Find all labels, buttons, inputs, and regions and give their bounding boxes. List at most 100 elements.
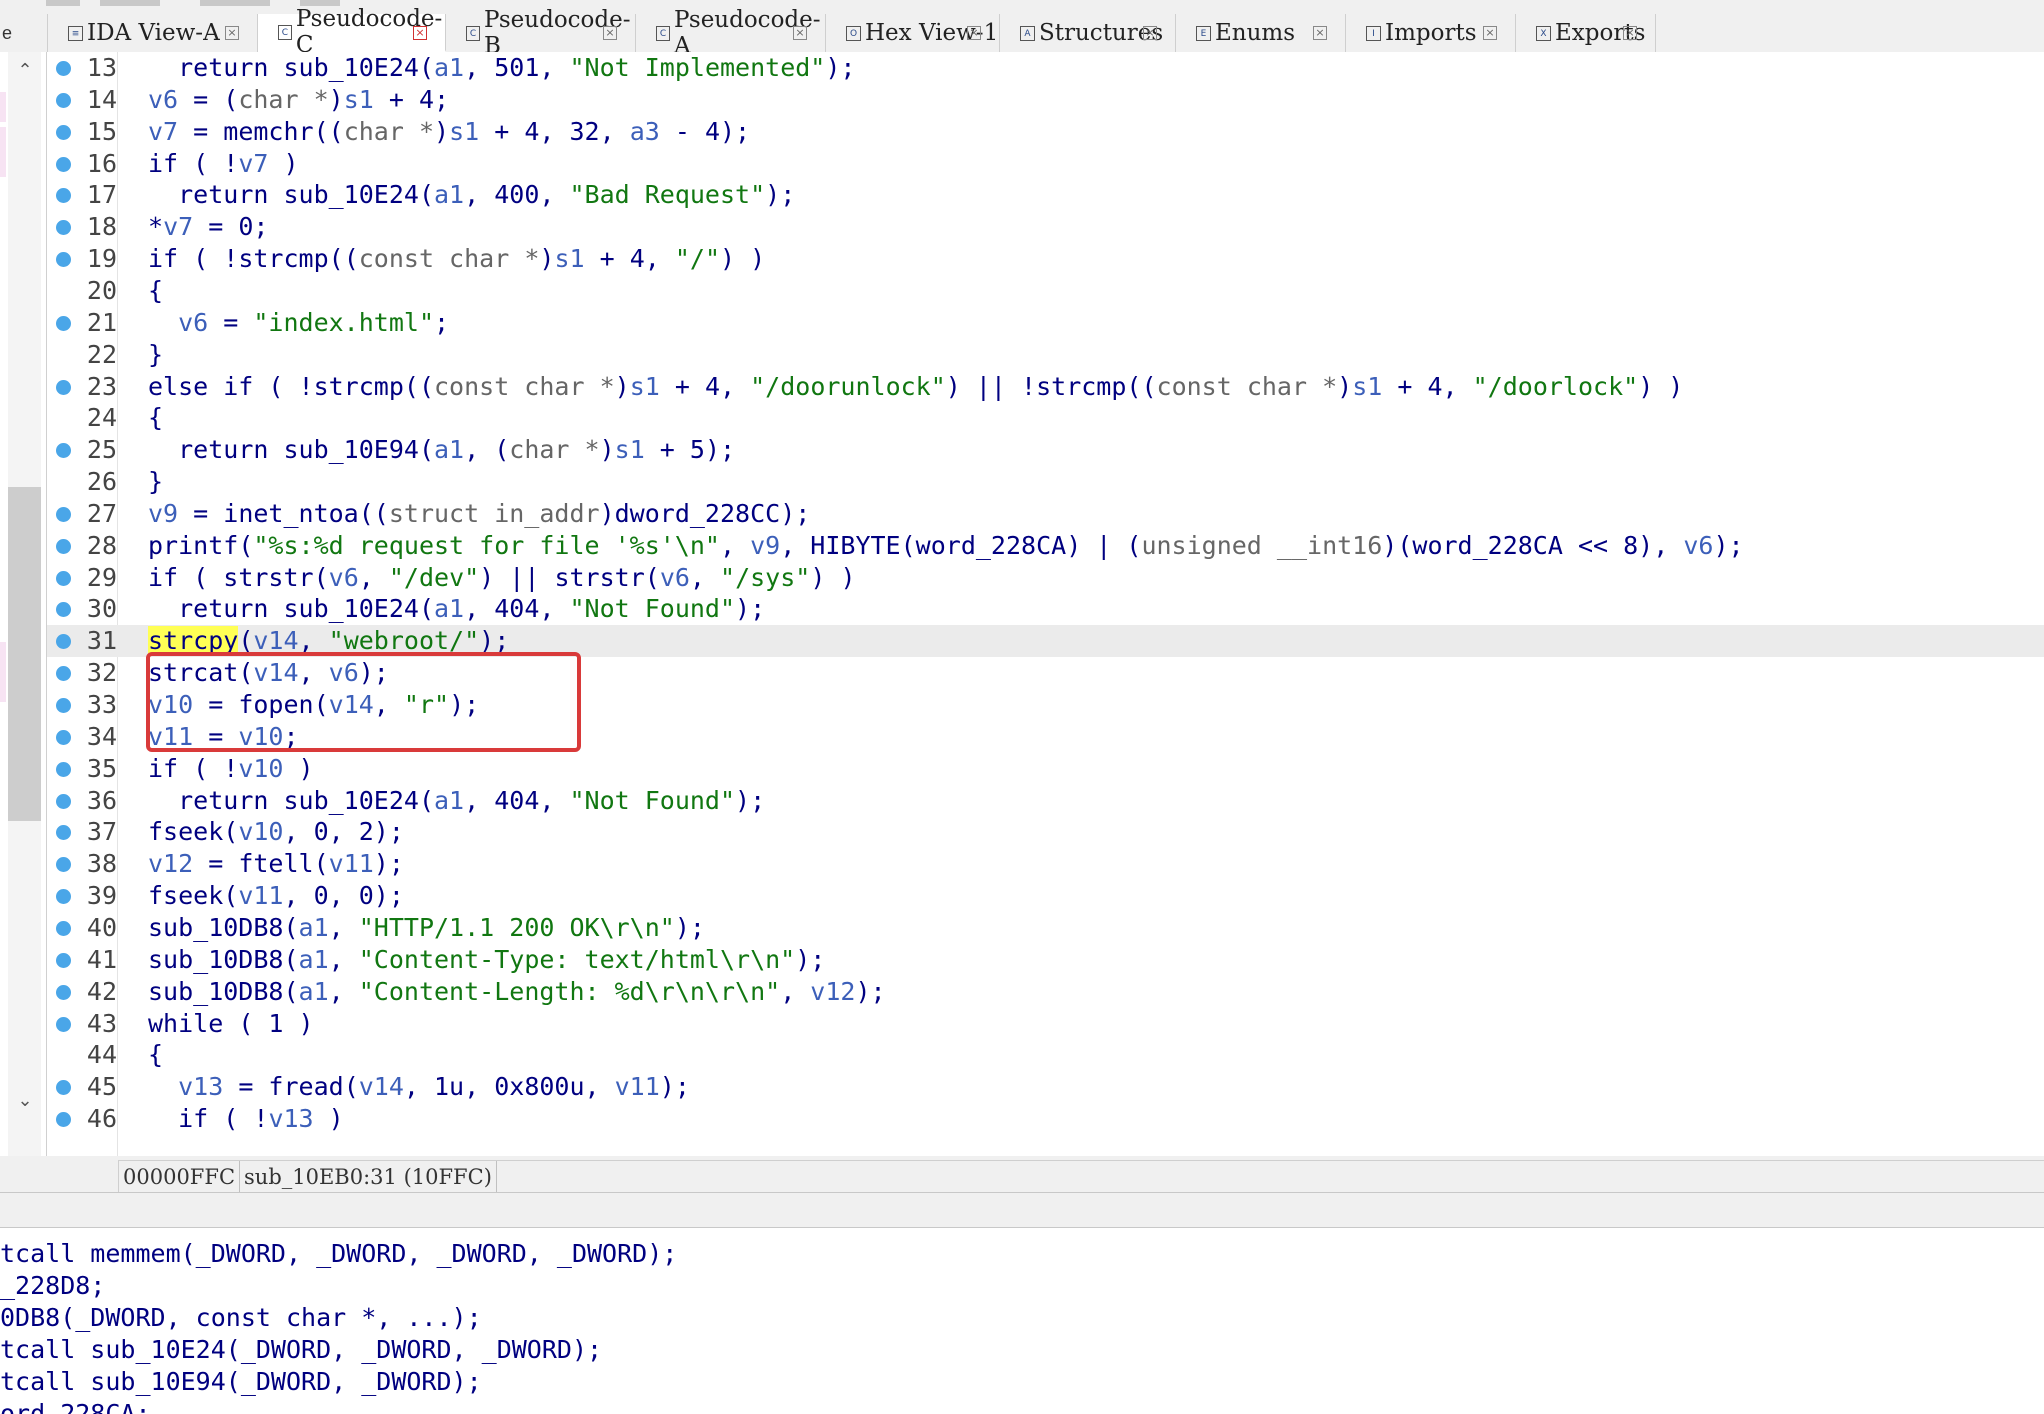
breakpoint-dot-icon[interactable] xyxy=(56,952,71,968)
close-icon[interactable]: × xyxy=(1143,26,1157,40)
code-text[interactable]: sub_10DB8(a1, "HTTP/1.1 200 OK\r\n"); xyxy=(148,912,705,944)
code-line[interactable]: 20 { xyxy=(47,275,2044,307)
breakpoint-dot-icon[interactable] xyxy=(56,602,71,618)
pane-splitter[interactable] xyxy=(0,1192,2044,1228)
close-icon[interactable]: × xyxy=(967,26,981,40)
code-line[interactable]: 17 return sub_10E24(a1, 400, "Bad Reques… xyxy=(47,179,2044,211)
code-text[interactable]: fseek(v10, 0, 2); xyxy=(148,816,404,848)
close-icon[interactable]: × xyxy=(1483,26,1497,40)
breakpoint-dot-icon[interactable] xyxy=(56,698,71,713)
code-text[interactable]: v6 = (char *)s1 + 4; xyxy=(148,84,449,116)
code-text[interactable]: if ( !v13 ) xyxy=(148,1103,344,1135)
code-text[interactable]: fseek(v11, 0, 0); xyxy=(148,880,404,912)
code-line[interactable]: 29 if ( strstr(v6, "/dev") || strstr(v6, … xyxy=(47,562,2044,594)
breakpoint-dot-icon[interactable] xyxy=(56,1112,71,1128)
code-line[interactable]: 25 return sub_10E94(a1, (char *)s1 + 5); xyxy=(47,434,2044,466)
code-line[interactable]: 43 while ( 1 ) xyxy=(47,1008,2044,1040)
breakpoint-dot-icon[interactable] xyxy=(56,252,71,268)
tab-pseudocode-c[interactable]: C Pseudocode-C × xyxy=(258,6,446,58)
tab-ida-view-a[interactable]: ≡ IDA View-A × xyxy=(48,14,258,52)
breakpoint-dot-icon[interactable] xyxy=(56,889,71,905)
code-line[interactable]: 39 fseek(v11, 0, 0); xyxy=(47,880,2044,912)
breakpoint-dot-icon[interactable] xyxy=(56,1016,71,1032)
breakpoint-dot-icon[interactable] xyxy=(56,61,71,76)
breakpoint-dot-icon[interactable] xyxy=(56,315,71,331)
code-line[interactable]: 36 return sub_10E24(a1, 404, "Not Found"… xyxy=(47,785,2044,817)
code-line[interactable]: 42 sub_10DB8(a1, "Content-Length: %d\r\n\… xyxy=(47,976,2044,1008)
code-line[interactable]: 30 return sub_10E24(a1, 404, "Not Found"… xyxy=(47,593,2044,625)
code-text[interactable]: *v7 = 0; xyxy=(148,211,268,243)
tab-pseudocode-a[interactable]: C Pseudocode-A × xyxy=(636,7,826,59)
code-text[interactable]: v7 = memchr((char *)s1 + 4, 32, a3 - 4); xyxy=(148,116,750,148)
code-line[interactable]: 15 v7 = memchr((char *)s1 + 4, 32, a3 - 4… xyxy=(47,116,2044,148)
code-line[interactable]: 19 if ( !strcmp((const char *)s1 + 4, "/"… xyxy=(47,243,2044,275)
breakpoint-dot-icon[interactable] xyxy=(56,188,71,204)
code-line[interactable]: 26} xyxy=(47,466,2044,498)
code-text[interactable]: { xyxy=(148,402,163,434)
code-text[interactable]: { xyxy=(148,275,163,307)
breakpoint-dot-icon[interactable] xyxy=(56,825,71,841)
tab-stub[interactable]: e xyxy=(0,14,48,52)
breakpoint-dot-icon[interactable] xyxy=(56,220,71,236)
code-text[interactable]: v6 = "index.html"; xyxy=(148,307,449,339)
code-text[interactable]: while ( 1 ) xyxy=(148,1008,314,1040)
code-line[interactable]: 22} xyxy=(47,339,2044,371)
code-line[interactable]: 40 sub_10DB8(a1, "HTTP/1.1 200 OK\r\n"); xyxy=(47,912,2044,944)
breakpoint-dot-icon[interactable] xyxy=(56,156,71,172)
code-line[interactable]: 16 if ( !v7 ) xyxy=(47,148,2044,180)
code-line[interactable]: 18 *v7 = 0; xyxy=(47,211,2044,243)
code-text[interactable]: if ( !v7 ) xyxy=(148,148,299,180)
breakpoint-dot-icon[interactable] xyxy=(56,92,71,108)
tab-exports[interactable]: X Exports × xyxy=(1516,14,1656,52)
breakpoint-dot-icon[interactable] xyxy=(56,506,71,522)
close-icon[interactable]: × xyxy=(413,26,427,40)
breakpoint-dot-icon[interactable] xyxy=(56,761,71,777)
scroll-down-icon[interactable]: ⌄ xyxy=(14,1090,36,1112)
code-line[interactable]: 23 else if ( !strcmp((const char *)s1 + 4… xyxy=(47,371,2044,403)
breakpoint-dot-icon[interactable] xyxy=(56,920,71,936)
code-text[interactable]: if ( !v10 ) xyxy=(148,753,314,785)
code-text[interactable]: { xyxy=(148,1039,163,1071)
breakpoint-dot-icon[interactable] xyxy=(56,666,71,682)
code-line[interactable]: 13 return sub_10E24(a1, 501, "Not Implem… xyxy=(47,52,2044,84)
code-line[interactable]: 27 v9 = inet_ntoa((struct in_addr)dword_2… xyxy=(47,498,2044,530)
close-icon[interactable]: × xyxy=(793,26,807,40)
code-text[interactable]: if ( strstr(v6, "/dev") || strstr(v6, "/… xyxy=(148,562,856,594)
code-text[interactable]: else if ( !strcmp((const char *)s1 + 4, … xyxy=(148,371,1683,403)
code-line[interactable]: 37 fseek(v10, 0, 2); xyxy=(47,816,2044,848)
code-text[interactable]: return sub_10E24(a1, 501, "Not Implement… xyxy=(148,52,855,84)
tab-enums[interactable]: E Enums × xyxy=(1176,14,1346,52)
code-text[interactable]: printf("%s:%d request for file '%s'\n", … xyxy=(148,530,1744,562)
close-icon[interactable]: × xyxy=(1623,26,1637,40)
pseudocode-editor[interactable]: 13 return sub_10E24(a1, 501, "Not Implem… xyxy=(47,52,2044,1156)
breakpoint-dot-icon[interactable] xyxy=(56,634,71,650)
code-line[interactable]: 41 sub_10DB8(a1, "Content-Type: text/html… xyxy=(47,944,2044,976)
breakpoint-dot-icon[interactable] xyxy=(56,857,71,873)
breakpoint-dot-icon[interactable] xyxy=(56,443,71,459)
code-text[interactable]: if ( !strcmp((const char *)s1 + 4, "/") … xyxy=(148,243,765,275)
breakpoint-dot-icon[interactable] xyxy=(56,570,71,586)
code-text[interactable]: return sub_10E94(a1, (char *)s1 + 5); xyxy=(148,434,735,466)
code-text[interactable]: return sub_10E24(a1, 400, "Bad Request")… xyxy=(148,179,795,211)
code-text[interactable]: v9 = inet_ntoa((struct in_addr)dword_228… xyxy=(148,498,810,530)
code-line[interactable]: 45 v13 = fread(v14, 1u, 0x800u, v11); xyxy=(47,1071,2044,1103)
code-line[interactable]: 44 { xyxy=(47,1039,2044,1071)
code-text[interactable]: v13 = fread(v14, 1u, 0x800u, v11); xyxy=(148,1071,690,1103)
breakpoint-dot-icon[interactable] xyxy=(56,1080,71,1096)
breakpoint-dot-icon[interactable] xyxy=(56,984,71,1000)
code-line[interactable]: 35 if ( !v10 ) xyxy=(47,753,2044,785)
code-text[interactable]: } xyxy=(148,339,163,371)
code-line[interactable]: 24 { xyxy=(47,402,2044,434)
close-icon[interactable]: × xyxy=(1313,26,1327,40)
breakpoint-dot-icon[interactable] xyxy=(56,793,71,809)
code-text[interactable]: v12 = ftell(v11); xyxy=(148,848,404,880)
tab-structures[interactable]: A Structures × xyxy=(1000,14,1176,52)
scroll-up-icon[interactable]: ⌃ xyxy=(14,60,36,82)
tab-hex-view-1[interactable]: O Hex View-1 × xyxy=(826,14,1000,52)
code-text[interactable]: sub_10DB8(a1, "Content-Type: text/html\r… xyxy=(148,944,825,976)
code-text[interactable]: return sub_10E24(a1, 404, "Not Found"); xyxy=(148,593,765,625)
tab-pseudocode-b[interactable]: C Pseudocode-B × xyxy=(446,7,636,59)
code-line[interactable]: 21 v6 = "index.html"; xyxy=(47,307,2044,339)
code-line[interactable]: 28 printf("%s:%d request for file '%s'\n"… xyxy=(47,530,2044,562)
code-line[interactable]: 46 if ( !v13 ) xyxy=(47,1103,2044,1135)
